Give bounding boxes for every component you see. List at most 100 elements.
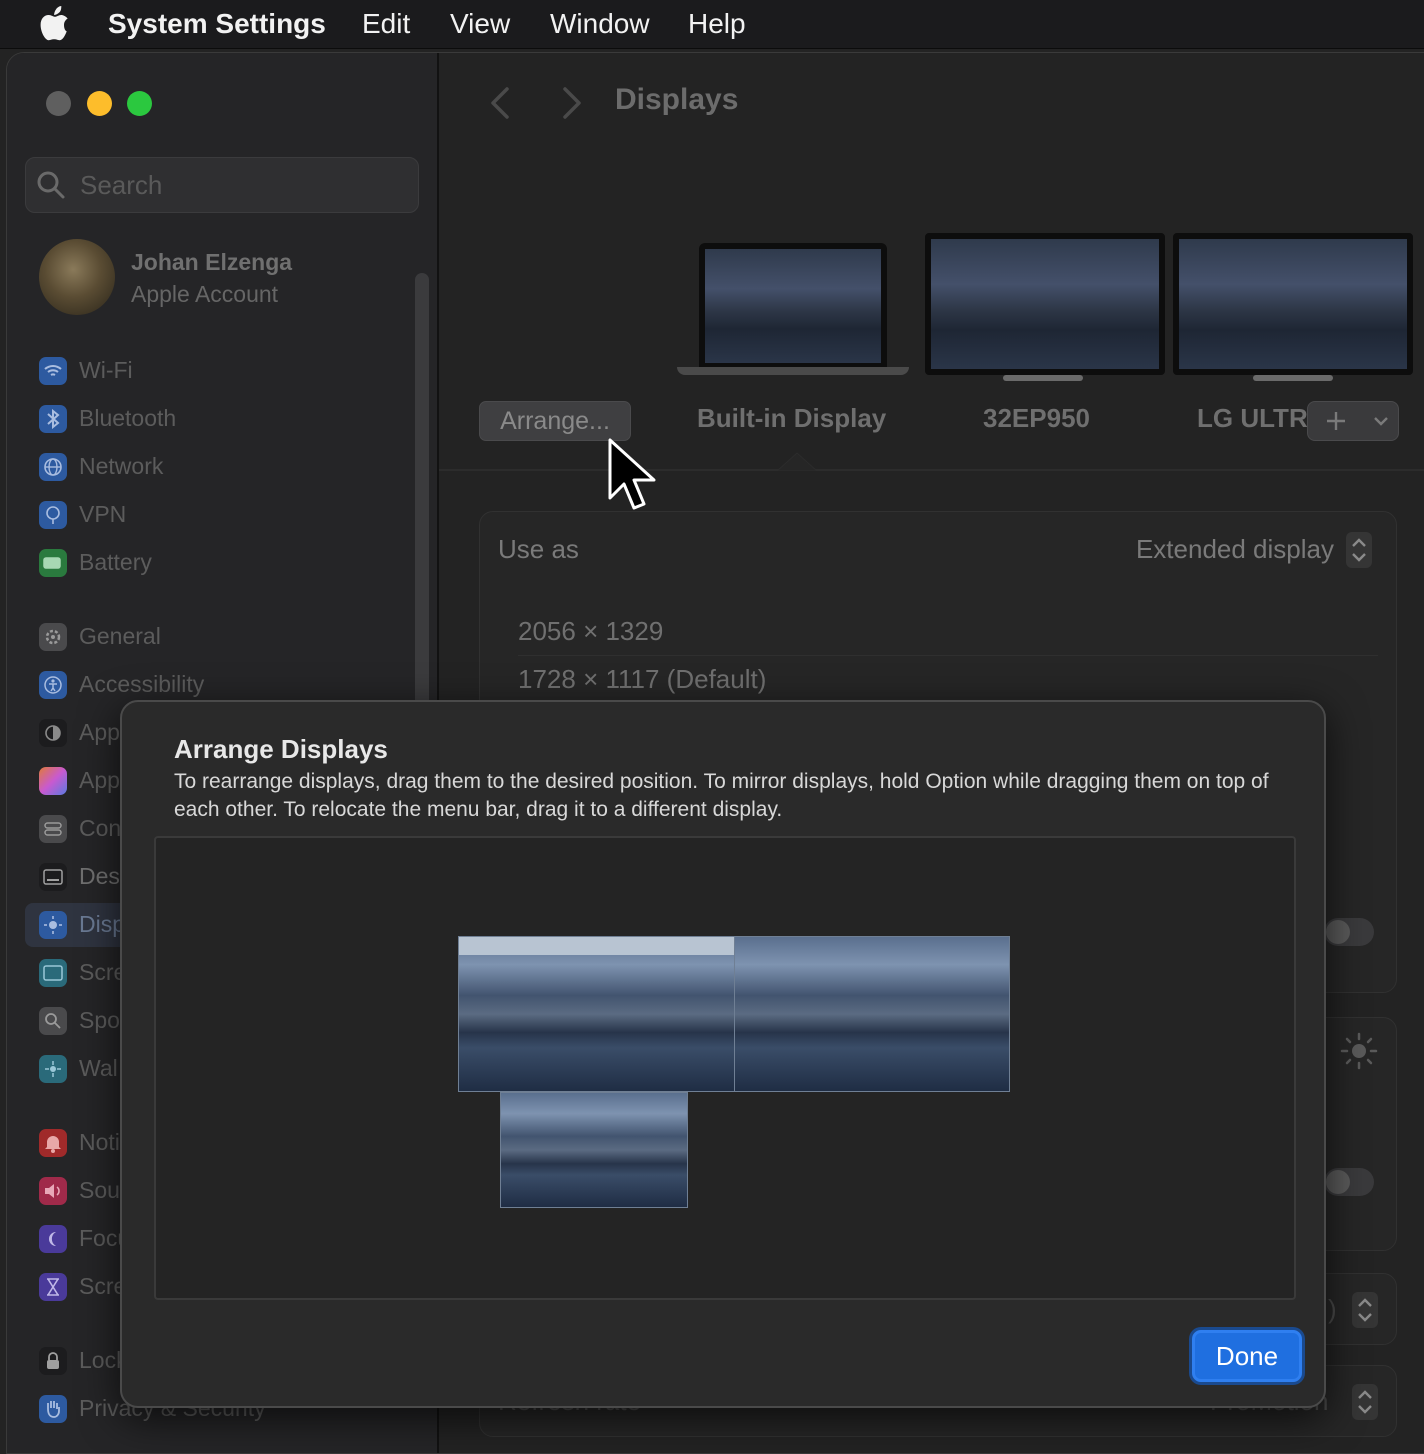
close-button[interactable]	[46, 91, 71, 116]
account-name: Johan Elzenga	[131, 249, 293, 275]
builtin-screen	[699, 243, 887, 369]
add-display-group	[1307, 401, 1399, 441]
sidebar-item-label: App	[79, 767, 120, 793]
focus-icon	[39, 1225, 67, 1253]
sidebar-item-vpn[interactable]: VPN	[37, 497, 417, 537]
gear-icon	[39, 623, 67, 651]
display-label-lg[interactable]: LG ULTR	[1197, 403, 1308, 434]
arrange-button[interactable]: Arrange...	[479, 401, 631, 441]
displays-icon	[39, 911, 67, 939]
menu-help[interactable]: Help	[688, 8, 746, 40]
apple-logo-icon[interactable]	[38, 6, 72, 42]
updown-chevron-icon[interactable]	[1346, 532, 1372, 568]
use-as-label: Use as	[498, 534, 579, 564]
selection-pointer	[777, 452, 817, 471]
search-input[interactable]	[78, 166, 402, 204]
apple-intelligence-icon	[39, 767, 67, 795]
toggle-switch[interactable]	[1324, 1168, 1374, 1196]
wallpaper-icon	[39, 1055, 67, 1083]
display-thumb-32ep950[interactable]	[925, 233, 1165, 383]
forward-chevron-icon[interactable]	[557, 83, 587, 123]
sidebar-item-label: Network	[79, 453, 164, 479]
add-display-menu-button[interactable]	[1364, 402, 1398, 440]
arrangement-canvas	[154, 836, 1296, 1300]
accessibility-icon	[39, 671, 67, 699]
sidebar-item-battery[interactable]: Battery	[37, 545, 417, 585]
menu-bar: System Settings Edit View Window Help	[0, 0, 1424, 49]
sidebar-item-label: App	[79, 719, 120, 745]
divider	[518, 655, 1378, 656]
notifications-icon	[39, 1129, 67, 1157]
dialog-description: To rearrange displays, drag them to the …	[174, 770, 1269, 821]
divider	[439, 469, 1424, 471]
toggle-switch[interactable]	[1324, 918, 1374, 946]
wifi-icon	[39, 357, 67, 385]
desktop-dock-icon	[39, 863, 67, 891]
display-label-builtin[interactable]: Built-in Display	[697, 403, 886, 434]
menu-bar-strip[interactable]	[459, 937, 735, 955]
add-display-button[interactable]	[1308, 402, 1364, 440]
sidebar-item-label: Wal	[79, 1055, 118, 1081]
resolution-option[interactable]: 1728 × 1117 (Default)	[518, 664, 766, 695]
globe-icon	[39, 453, 67, 481]
sound-icon	[39, 1177, 67, 1205]
done-button[interactable]: Done	[1192, 1330, 1302, 1382]
arrange-display-secondary[interactable]	[734, 936, 1010, 1092]
minimize-button[interactable]	[87, 91, 112, 116]
dialog-title: Arrange Displays	[174, 734, 388, 764]
updown-chevron-icon[interactable]	[1352, 1292, 1378, 1328]
arrange-display-main[interactable]	[458, 936, 736, 1092]
search-field[interactable]	[25, 157, 419, 213]
account-subtitle: Apple Account	[131, 281, 279, 307]
sidebar-item-label: Disp	[79, 911, 126, 937]
laptop-base	[677, 367, 909, 375]
sidebar-item-label: General	[79, 623, 161, 649]
sidebar-item-label: VPN	[79, 501, 127, 527]
spotlight-icon	[39, 1007, 67, 1035]
chevron-down-icon	[1374, 417, 1388, 426]
monitor-stand	[1003, 375, 1083, 381]
sidebar-item-label: Wi-Fi	[79, 357, 133, 383]
sidebar-item-wifi[interactable]: Wi-Fi	[37, 353, 417, 393]
32ep950-screen	[925, 233, 1165, 375]
menu-window[interactable]: Window	[550, 8, 650, 40]
sun-icon	[1340, 1032, 1378, 1070]
zoom-button[interactable]	[127, 91, 152, 116]
mouse-pointer-icon	[608, 438, 656, 510]
arrange-display-builtin[interactable]	[500, 1092, 688, 1208]
display-label-32ep950[interactable]: 32EP950	[983, 403, 1090, 434]
sidebar-item-label: Des	[79, 863, 120, 889]
sidebar-item-label: Con	[79, 815, 122, 841]
preset-value-fragment: )	[1328, 1294, 1337, 1324]
account-row[interactable]: Johan Elzenga Apple Account	[37, 237, 397, 317]
monitor-stand	[1253, 375, 1333, 381]
control-center-icon	[39, 815, 67, 843]
privacy-hand-icon	[39, 1395, 67, 1423]
sidebar-scrollbar[interactable]	[415, 273, 429, 713]
use-as-popup[interactable]: Extended display	[1136, 534, 1334, 565]
lg-screen	[1173, 233, 1413, 375]
display-thumb-builtin[interactable]	[677, 239, 909, 385]
back-chevron-icon[interactable]	[485, 83, 515, 123]
sidebar-item-label: Spo	[79, 1007, 120, 1033]
search-icon	[37, 171, 65, 199]
display-thumb-lg[interactable]	[1173, 233, 1423, 383]
menu-edit[interactable]: Edit	[362, 8, 410, 40]
page-title: Displays	[615, 83, 739, 116]
appearance-icon	[39, 719, 67, 747]
arrange-displays-dialog: Arrange Displays To rearrange displays, …	[120, 700, 1326, 1408]
sidebar-item-general[interactable]: General	[37, 619, 417, 659]
menu-app-name[interactable]: System Settings	[108, 8, 326, 40]
menu-view[interactable]: View	[450, 8, 510, 40]
sidebar-item-label: Accessibility	[79, 671, 205, 697]
sidebar-item-label: Noti	[79, 1129, 120, 1155]
sidebar-item-bluetooth[interactable]: Bluetooth	[37, 401, 417, 441]
vpn-icon	[39, 501, 67, 529]
sidebar-item-network[interactable]: Network	[37, 449, 417, 489]
avatar	[39, 239, 115, 315]
sidebar-item-label: Sou	[79, 1177, 120, 1203]
screen-saver-icon	[39, 959, 67, 987]
resolution-option[interactable]: 2056 × 1329	[518, 616, 663, 647]
bluetooth-icon	[39, 405, 67, 433]
updown-chevron-icon[interactable]	[1352, 1384, 1378, 1420]
